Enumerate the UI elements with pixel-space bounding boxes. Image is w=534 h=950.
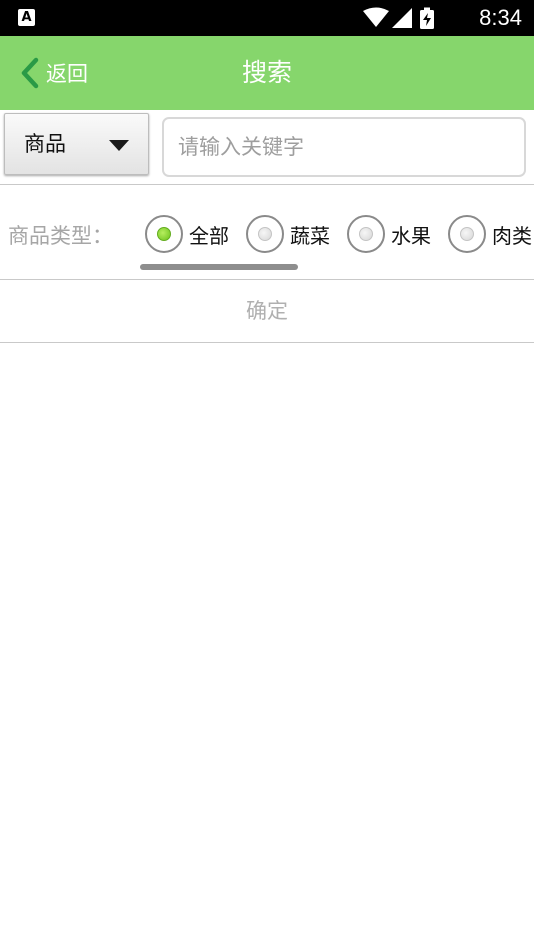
radio-label: 水果: [391, 223, 431, 248]
radio-label: 肉类: [492, 223, 532, 248]
confirm-button[interactable]: 确定: [0, 281, 534, 342]
product-type-label: 商品类型：: [8, 224, 113, 248]
category-selected-label: 商品: [24, 132, 66, 156]
divider: [0, 342, 534, 343]
search-input[interactable]: [162, 117, 526, 177]
radio-dot: [460, 227, 474, 241]
radio-button[interactable]: [145, 215, 183, 253]
radio-label: 蔬菜: [290, 223, 330, 248]
battery-charging-icon: [420, 7, 434, 29]
status-icons: [363, 7, 434, 29]
wifi-icon: [363, 7, 389, 27]
cellular-signal-icon: [392, 8, 412, 28]
caret-down-icon: [109, 140, 129, 151]
status-time: 8:34: [479, 5, 522, 30]
radio-option-all[interactable]: 全部: [145, 212, 229, 256]
radio-option-fruit[interactable]: 水果: [347, 212, 431, 256]
radio-button[interactable]: [347, 215, 385, 253]
radio-dot: [359, 227, 373, 241]
radio-option-vegetables[interactable]: 蔬菜: [246, 212, 330, 256]
radio-label: 全部: [189, 223, 229, 248]
divider: [0, 184, 534, 185]
radio-option-meat[interactable]: 肉类: [448, 212, 532, 256]
radio-dot: [157, 227, 171, 241]
status-bar: A 8:34: [0, 0, 534, 36]
title-bar: 返回 搜索: [0, 36, 534, 110]
radio-button[interactable]: [448, 215, 486, 253]
radio-button[interactable]: [246, 215, 284, 253]
horizontal-scrollbar[interactable]: [140, 264, 298, 270]
radio-dot: [258, 227, 272, 241]
page-title: 搜索: [241, 58, 292, 87]
category-dropdown[interactable]: 商品: [4, 113, 149, 175]
product-type-radio-group[interactable]: 全部 蔬菜 水果 肉类: [140, 208, 534, 270]
divider: [0, 279, 534, 280]
app-notification-icon: A: [18, 9, 35, 26]
